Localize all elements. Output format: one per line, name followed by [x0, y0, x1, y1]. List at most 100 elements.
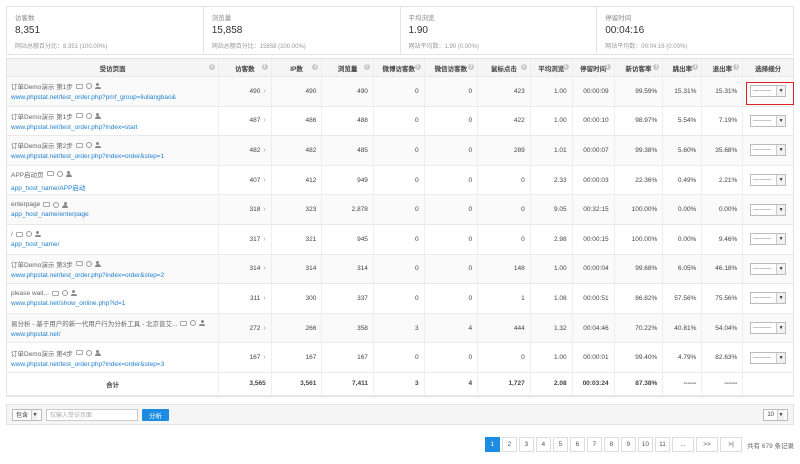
- segment-select[interactable]: --------- ▼: [750, 322, 787, 335]
- info-icon[interactable]: i: [520, 64, 527, 70]
- chevron-right-icon[interactable]: ›: [263, 117, 265, 124]
- clock-icon[interactable]: [85, 83, 92, 90]
- info-icon[interactable]: i: [562, 64, 569, 70]
- segment-select[interactable]: --------- ▼: [750, 203, 787, 216]
- page-size-select[interactable]: 10 ▼: [763, 408, 788, 421]
- page-button[interactable]: 4: [535, 437, 551, 452]
- page-url-link[interactable]: www.phpstat.net/: [11, 331, 61, 338]
- info-icon[interactable]: i: [604, 64, 611, 70]
- window-icon[interactable]: [75, 261, 83, 267]
- clock-icon[interactable]: [190, 320, 197, 327]
- column-header[interactable]: 平均浏览 i: [531, 59, 573, 76]
- segment-select[interactable]: --------- ▼: [750, 292, 787, 305]
- window-icon[interactable]: [75, 350, 83, 356]
- page-button[interactable]: 7: [586, 437, 602, 452]
- chevron-right-icon[interactable]: ›: [263, 236, 265, 243]
- page-url-link[interactable]: www.phpstat.net/show_online.php?id=1: [11, 300, 125, 307]
- page-button[interactable]: 3: [518, 437, 534, 452]
- column-header[interactable]: 微信访客数 i: [425, 59, 479, 76]
- user-icon[interactable]: [65, 170, 72, 177]
- clock-icon[interactable]: [53, 201, 60, 208]
- chevron-right-icon[interactable]: ›: [263, 177, 265, 184]
- page-button[interactable]: 8: [603, 437, 619, 452]
- page-button[interactable]: 9: [620, 437, 636, 452]
- user-icon[interactable]: [34, 231, 41, 238]
- info-icon[interactable]: i: [209, 64, 216, 70]
- user-icon[interactable]: [94, 83, 101, 90]
- column-header[interactable]: 鼠标点击 i: [478, 59, 531, 76]
- page-url-link[interactable]: www.phpstat.net/test_order.php?index=ord…: [11, 272, 164, 279]
- user-icon[interactable]: [94, 112, 101, 119]
- clock-icon[interactable]: [56, 170, 63, 177]
- page-url-link[interactable]: www.phpstat.net/test_order.php?index=sta…: [11, 124, 138, 131]
- clock-icon[interactable]: [85, 349, 92, 356]
- clock-icon[interactable]: [61, 290, 68, 297]
- column-header[interactable]: 新访客率 i: [615, 59, 664, 76]
- chevron-right-icon[interactable]: ›: [263, 147, 265, 154]
- page-url-link[interactable]: www.phpstat.net/test_order.php?index=ord…: [11, 361, 164, 368]
- segment-select[interactable]: --------- ▼: [750, 144, 787, 157]
- user-icon[interactable]: [199, 320, 206, 327]
- user-icon[interactable]: [94, 142, 101, 149]
- info-icon[interactable]: i: [414, 64, 421, 70]
- window-icon[interactable]: [180, 320, 188, 326]
- page-button[interactable]: 1: [484, 437, 500, 452]
- clock-icon[interactable]: [85, 142, 92, 149]
- segment-select[interactable]: --------- ▼: [750, 174, 787, 187]
- page-button[interactable]: >>: [696, 437, 719, 452]
- page-button[interactable]: 6: [569, 437, 585, 452]
- analyze-button[interactable]: 分析: [142, 408, 170, 421]
- page-filter-input[interactable]: 仅输入受访页面: [46, 408, 139, 421]
- column-header[interactable]: 退出率 i: [702, 59, 744, 76]
- chevron-right-icon[interactable]: ›: [263, 206, 265, 213]
- user-icon[interactable]: [62, 201, 69, 208]
- column-header[interactable]: 微博访客数 i: [374, 59, 425, 76]
- window-icon[interactable]: [75, 142, 83, 148]
- window-icon[interactable]: [43, 202, 51, 208]
- info-icon[interactable]: i: [312, 64, 319, 70]
- column-header[interactable]: 停留时间 i: [573, 59, 615, 76]
- window-icon[interactable]: [75, 113, 83, 119]
- window-icon[interactable]: [51, 290, 59, 296]
- info-icon[interactable]: i: [692, 64, 699, 70]
- user-icon[interactable]: [70, 290, 77, 297]
- clock-icon[interactable]: [25, 231, 32, 238]
- chevron-right-icon[interactable]: ›: [263, 325, 265, 332]
- info-icon[interactable]: i: [733, 64, 740, 70]
- clock-icon[interactable]: [85, 112, 92, 119]
- info-icon[interactable]: i: [653, 64, 660, 70]
- page-button[interactable]: >|: [720, 437, 743, 452]
- window-icon[interactable]: [15, 231, 23, 237]
- page-url-link[interactable]: app_host_name/enterpage: [11, 211, 89, 218]
- segment-select[interactable]: --------- ▼: [750, 262, 787, 275]
- segment-select[interactable]: --------- ▼: [750, 233, 787, 246]
- window-icon[interactable]: [46, 171, 54, 177]
- page-button[interactable]: 2: [501, 437, 517, 452]
- column-header[interactable]: 跳出率 i: [663, 59, 703, 76]
- chevron-right-icon[interactable]: ›: [263, 354, 265, 361]
- info-icon[interactable]: i: [363, 64, 370, 70]
- page-button[interactable]: 11: [655, 437, 671, 452]
- column-header[interactable]: 浏览量 i: [322, 59, 374, 76]
- page-url-link[interactable]: www.phpstat.net/test_order.php?pmf_group…: [11, 94, 176, 101]
- chevron-right-icon[interactable]: ›: [263, 265, 265, 272]
- page-button[interactable]: 10: [637, 437, 654, 452]
- segment-select[interactable]: --------- ▼: [750, 351, 787, 364]
- page-url-link[interactable]: app_host_name/APP启动: [11, 182, 85, 192]
- column-header[interactable]: IP数 i: [272, 59, 323, 76]
- chevron-right-icon[interactable]: ›: [263, 295, 265, 302]
- segment-select[interactable]: --------- ▼: [750, 114, 787, 127]
- chevron-right-icon[interactable]: ›: [263, 88, 265, 95]
- match-mode-select[interactable]: 包含 ▼: [12, 408, 43, 421]
- user-icon[interactable]: [94, 349, 101, 356]
- window-icon[interactable]: [75, 83, 83, 89]
- page-url-link[interactable]: www.phpstat.net/test_order.php?index=ord…: [11, 153, 164, 160]
- page-url-link[interactable]: app_host_name/: [11, 241, 59, 248]
- column-header[interactable]: 受访页面 i: [7, 59, 220, 76]
- column-header[interactable]: 选择细分: [743, 59, 793, 76]
- clock-icon[interactable]: [85, 260, 92, 267]
- page-button[interactable]: 5: [552, 437, 568, 452]
- column-header[interactable]: 访客数 i: [219, 59, 272, 76]
- info-icon[interactable]: i: [468, 64, 475, 70]
- user-icon[interactable]: [94, 260, 101, 267]
